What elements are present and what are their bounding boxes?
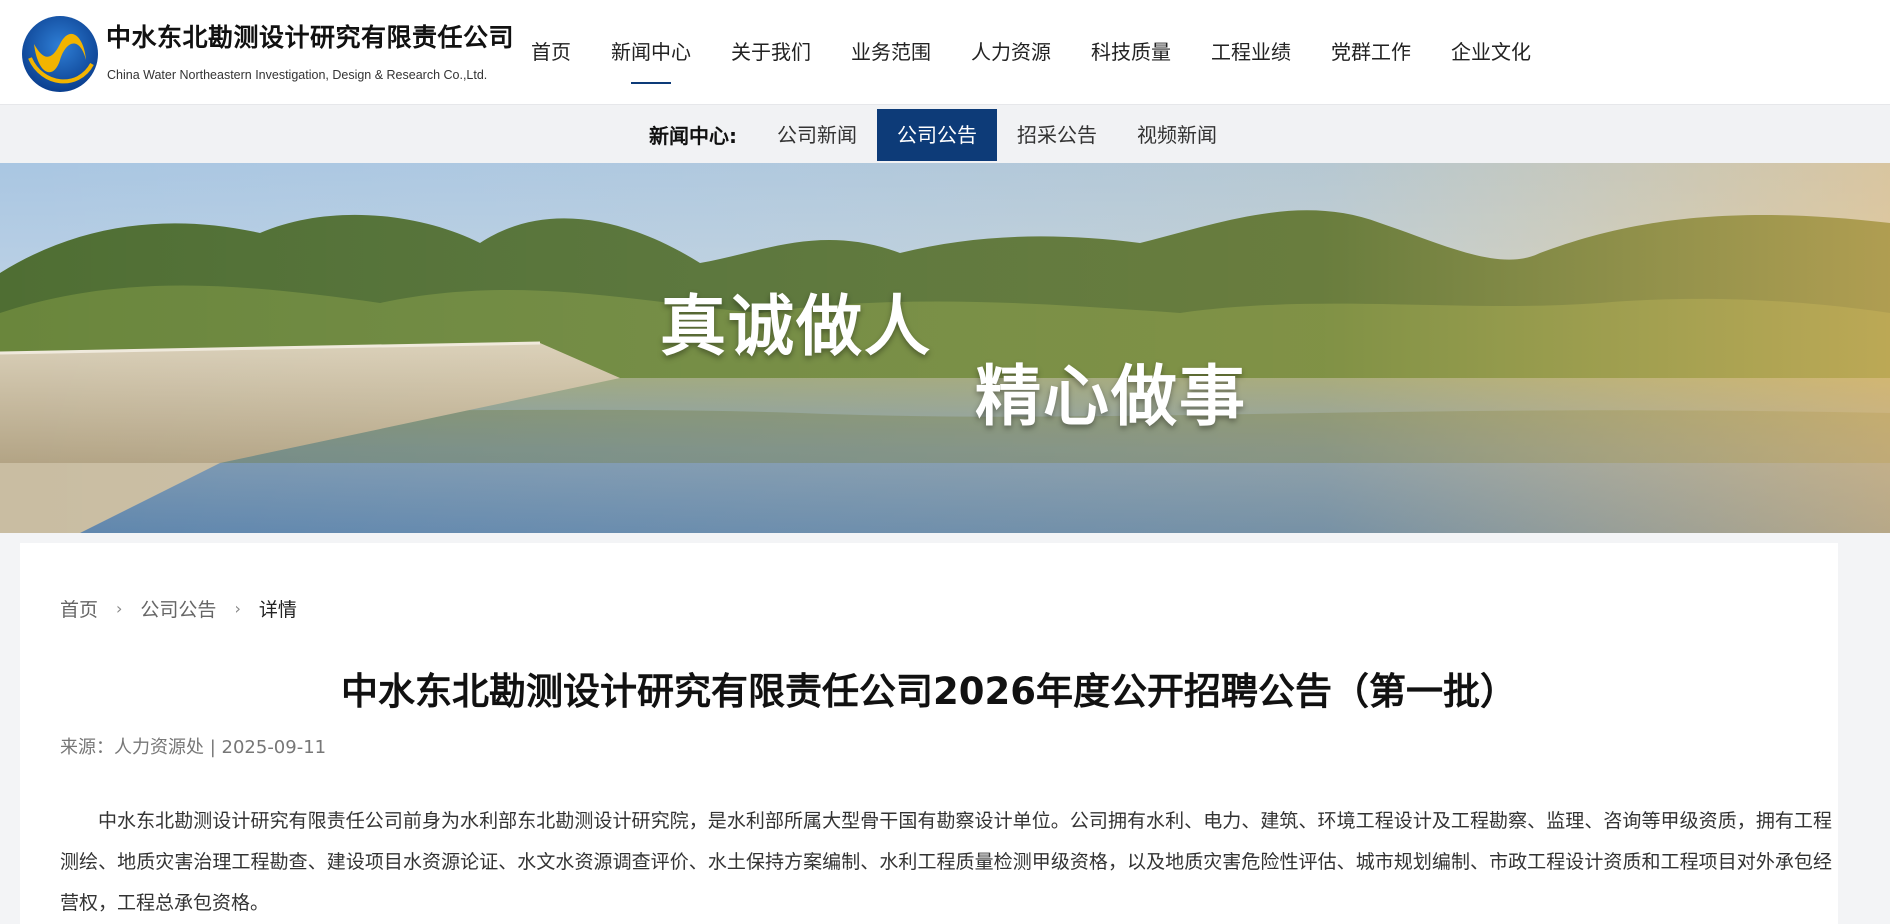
- article-title: 中水东北勘测设计研究有限责任公司2026年度公开招聘公告（第一批）: [341, 670, 1517, 713]
- nav-projects[interactable]: 工程业绩: [1191, 0, 1311, 104]
- article-meta: 来源：人力资源处 | 2025-09-11: [60, 737, 327, 758]
- subnav-procurement-notices[interactable]: 招采公告: [997, 109, 1117, 161]
- banner-slogan-1: 真诚做人: [660, 288, 932, 365]
- breadcrumb-home[interactable]: 首页: [60, 595, 98, 622]
- banner-slogan-2: 精心做事: [975, 358, 1247, 435]
- nav-business-scope[interactable]: 业务范围: [831, 0, 951, 104]
- company-name-en: China Water Northeastern Investigation, …: [107, 68, 488, 82]
- nav-home[interactable]: 首页: [511, 0, 591, 104]
- subnav-company-news[interactable]: 公司新闻: [757, 109, 877, 161]
- nav-human-resources[interactable]: 人力资源: [951, 0, 1071, 104]
- nav-corporate-culture[interactable]: 企业文化: [1431, 0, 1551, 104]
- company-name-cn[interactable]: 中水东北勘测设计研究有限责任公司: [106, 18, 514, 54]
- article-paragraph: 中水东北勘测设计研究有限责任公司前身为水利部东北勘测设计研究院，是水利部所属大型…: [60, 810, 1832, 914]
- breadcrumb-current: 详情: [258, 599, 297, 621]
- chevron-right-icon: ›: [234, 599, 241, 618]
- nav-party-work[interactable]: 党群工作: [1311, 0, 1431, 104]
- company-logo[interactable]: [20, 14, 100, 94]
- chevron-right-icon: ›: [116, 599, 123, 618]
- nav-news-center[interactable]: 新闻中心: [591, 0, 711, 104]
- banner-landscape-image: [0, 163, 1890, 533]
- nav-about-us[interactable]: 关于我们: [711, 0, 831, 104]
- breadcrumb: 首页 › 公司公告 › 详情: [60, 595, 297, 622]
- nav-tech-quality[interactable]: 科技质量: [1071, 0, 1191, 104]
- breadcrumb-section[interactable]: 公司公告: [140, 595, 216, 622]
- site-header: 中水东北勘测设计研究有限责任公司 China Water Northeaster…: [0, 0, 1890, 104]
- hero-banner: 真诚做人 精心做事: [0, 163, 1890, 533]
- main-nav: 首页 新闻中心 关于我们 业务范围 人力资源 科技质量 工程业绩 党群工作 企业…: [511, 0, 1551, 104]
- sub-nav: 新闻中心: 公司新闻 公司公告 招采公告 视频新闻: [0, 104, 1890, 163]
- subnav-title: 新闻中心:: [649, 124, 737, 148]
- subnav-video-news[interactable]: 视频新闻: [1117, 109, 1237, 161]
- subnav-company-notices[interactable]: 公司公告: [877, 108, 997, 161]
- article-card: 首页 › 公司公告 › 详情 中水东北勘测设计研究有限责任公司2026年度公开招…: [20, 543, 1838, 924]
